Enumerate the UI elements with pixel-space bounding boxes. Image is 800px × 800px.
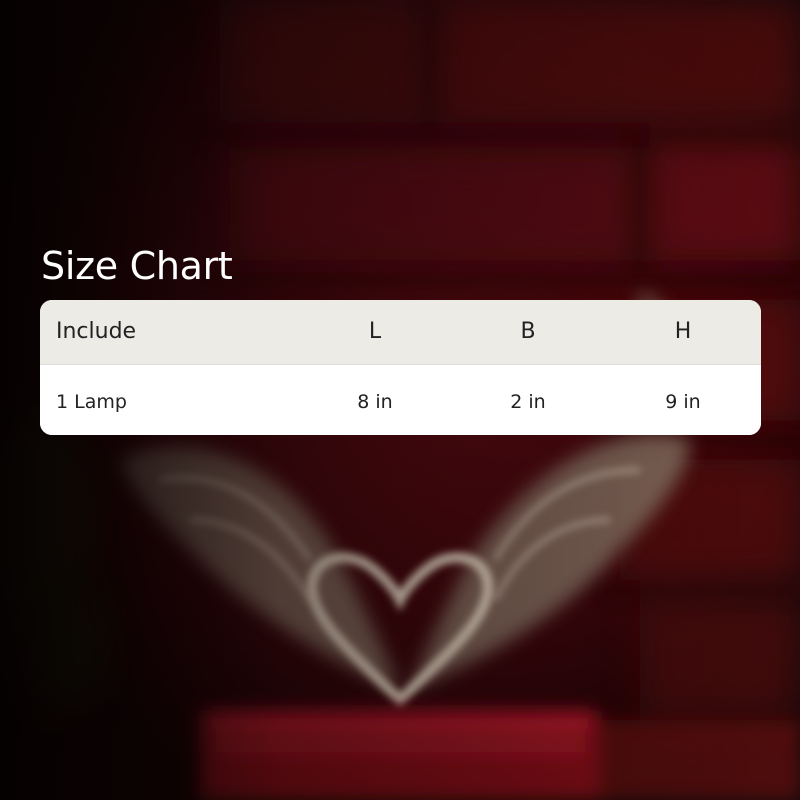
- cell-height: 9 in: [665, 391, 701, 413]
- header-breadth: B: [520, 319, 536, 344]
- table-header-row: Include L B H: [40, 300, 761, 364]
- cell-breadth: 2 in: [510, 391, 546, 413]
- cell-include: 1 Lamp: [56, 391, 127, 413]
- header-include: Include: [56, 319, 137, 344]
- cell-length: 8 in: [357, 391, 393, 413]
- page-title: Size Chart: [41, 244, 233, 288]
- header-length: L: [368, 319, 382, 344]
- size-chart-table: Include L B H 1 Lamp 8 in 2 in 9 in: [40, 300, 761, 435]
- table-row: 1 Lamp 8 in 2 in 9 in: [40, 365, 761, 435]
- header-height: H: [674, 319, 692, 344]
